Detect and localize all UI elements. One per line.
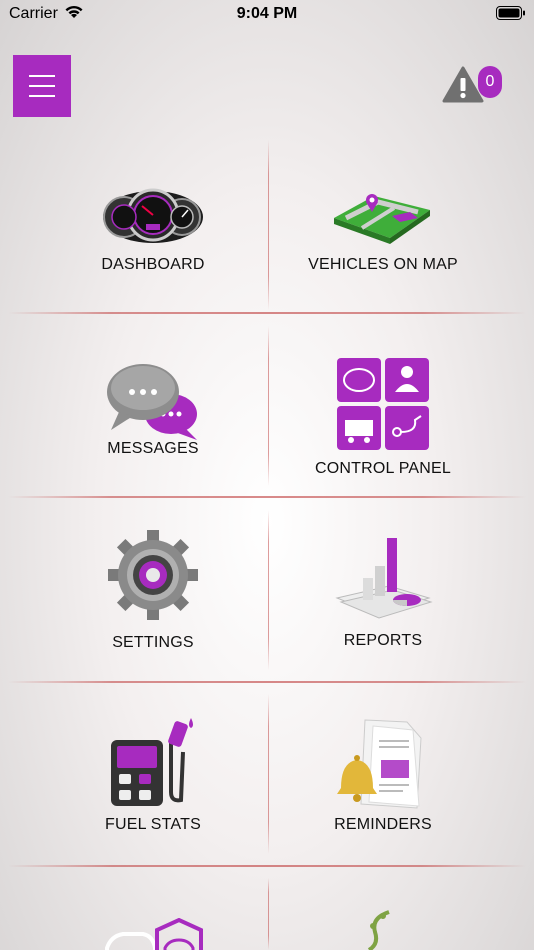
tile-settings[interactable]: SETTINGS [23,498,283,678]
alert-count-badge: 0 [478,66,502,98]
tile-reports[interactable]: REPORTS [253,498,513,678]
tile-label: MESSAGES [107,440,199,457]
map-icon [334,194,430,244]
battery-icon [496,6,525,20]
tile-vehicles-on-map[interactable]: VEHICLES ON MAP [253,130,513,310]
tile-reminders[interactable]: REMINDERS [253,682,513,862]
control-panel-icon [337,358,429,450]
tile-label: SETTINGS [112,634,194,651]
tile-messages[interactable]: MESSAGES [23,314,283,494]
vine-icon [367,910,390,950]
clock: 9:04 PM [236,5,298,22]
report-chart-icon [335,538,433,619]
tile-fuel-stats[interactable]: FUEL STATS [23,682,283,862]
menu-button[interactable] [13,55,71,117]
tile-label: REMINDERS [334,816,432,833]
tile-label: REPORTS [343,632,423,649]
status-bar: Carrier 9:04 PM [0,0,534,28]
alerts-button[interactable]: 0 [442,66,504,106]
fuel-pump-icon [111,718,193,806]
tile-label: VEHICLES ON MAP [308,256,458,273]
tile-label: DASHBOARD [101,256,205,273]
tile-dashboard[interactable]: DASHBOARD [23,130,283,310]
gear-icon [108,530,198,620]
menu-grid: DASHBOARD VEHICLES ON MAP MESSAGES CONTR… [0,130,534,950]
chat-bubbles-icon [107,364,197,440]
vehicle-shield-icon [105,918,203,950]
speedometer-icon [103,188,203,243]
tile-partial-right[interactable] [253,866,513,950]
tile-label: FUEL STATS [105,816,201,833]
tile-partial-left[interactable] [23,866,283,950]
tile-label: CONTROL PANEL [315,460,451,477]
bell-document-icon [337,719,422,809]
tile-control-panel[interactable]: CONTROL PANEL [253,314,513,494]
